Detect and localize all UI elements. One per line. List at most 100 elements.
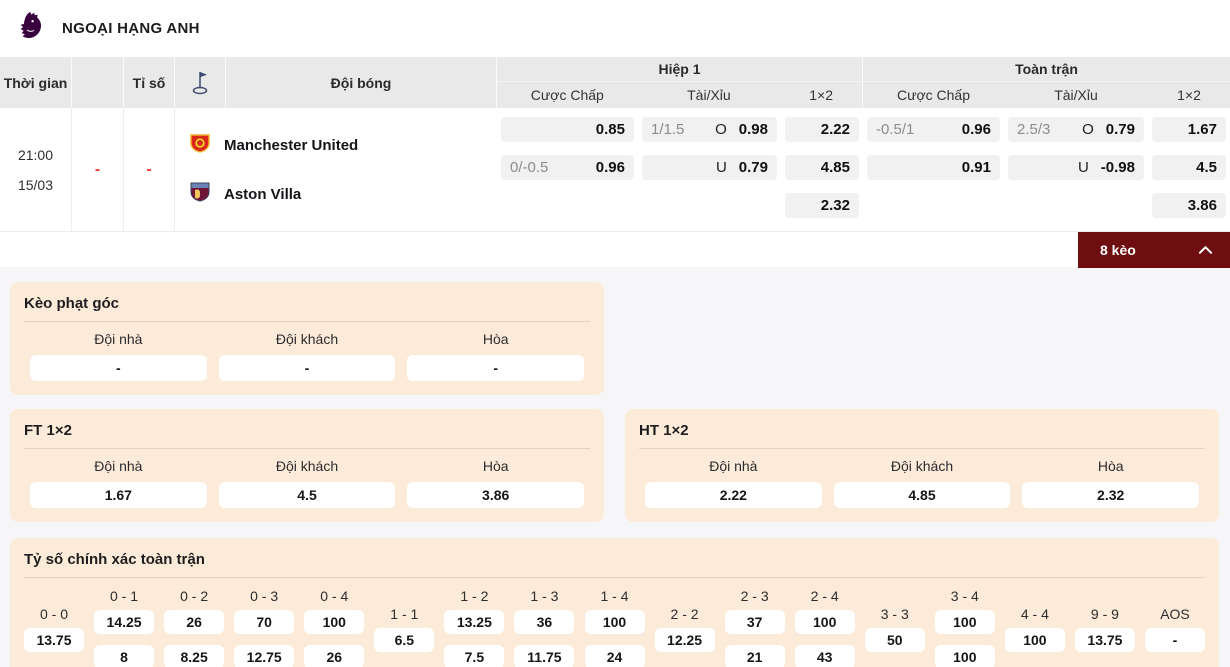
score-odds[interactable]: 36 bbox=[514, 610, 575, 634]
score-column: 0 - 1 14.25 8 bbox=[94, 588, 155, 667]
score-odds[interactable]: 100 bbox=[934, 610, 995, 634]
score-label: 0 - 1 bbox=[110, 588, 139, 604]
corners-draw-odds[interactable]: - bbox=[407, 355, 585, 381]
score-label: 2 - 4 bbox=[810, 588, 839, 604]
ft-1x2-draw[interactable]: 3.86 bbox=[1152, 193, 1226, 218]
ft-1x2-home-col: Đội nhà 1.67 bbox=[24, 458, 213, 508]
score-odds[interactable]: 12.75 bbox=[234, 645, 295, 667]
col-header-team: Đội bóng bbox=[226, 57, 497, 108]
corners-away-odds[interactable]: - bbox=[218, 355, 396, 381]
h1-over[interactable]: 1/1.5 O 0.98 bbox=[642, 117, 777, 142]
score-odds[interactable]: 6.5 bbox=[374, 627, 435, 652]
score-odds[interactable]: 8.25 bbox=[164, 645, 225, 667]
score-odds[interactable]: 11.75 bbox=[514, 645, 575, 667]
score-odds[interactable]: 100 bbox=[1004, 627, 1065, 652]
col-header-score: Tỉ số bbox=[124, 57, 175, 108]
score-odds[interactable]: 8 bbox=[94, 645, 155, 667]
score-column: 3 - 3 50 bbox=[864, 606, 925, 652]
ft-1x2-draw-odds[interactable]: 3.86 bbox=[407, 482, 585, 508]
match-row: 21:00 15/03 - - Manchester United Aston … bbox=[0, 108, 1230, 231]
h1-handicap-away[interactable]: 0/-0.5 0.96 bbox=[501, 155, 634, 180]
league-title: NGOẠI HẠNG ANH bbox=[62, 20, 200, 37]
group-header-half1: Hiệp 1 Cược Chấp Tài/Xỉu 1×2 bbox=[497, 57, 863, 108]
ht-1x2-away-odds[interactable]: 4.85 bbox=[833, 482, 1011, 508]
score-odds[interactable]: 7.5 bbox=[444, 645, 505, 667]
score-odds[interactable]: 70 bbox=[234, 610, 295, 634]
ht-1x2-away-col: Đội khách 4.85 bbox=[828, 458, 1017, 508]
teams-cell: Manchester United Aston Villa bbox=[175, 108, 497, 231]
ft-1x2-away-odds[interactable]: 4.5 bbox=[218, 482, 396, 508]
score-odds[interactable]: 43 bbox=[794, 645, 855, 667]
score-odds[interactable]: 21 bbox=[724, 645, 785, 667]
more-bets-button[interactable]: 8 kèo bbox=[1078, 232, 1230, 268]
score-label: 2 - 2 bbox=[670, 605, 699, 622]
h1-over-side: O bbox=[715, 121, 727, 138]
ht-1x2-home-odds[interactable]: 2.22 bbox=[645, 482, 822, 508]
h1-under[interactable]: U 0.79 bbox=[642, 155, 777, 180]
ft-over-line: 2.5/3 bbox=[1017, 121, 1051, 138]
score-label: 0 - 2 bbox=[180, 588, 209, 604]
h1-under-side: U bbox=[715, 159, 727, 176]
score-column: 1 - 2 13.25 7.5 bbox=[444, 588, 505, 667]
score-odds[interactable]: 14.25 bbox=[94, 610, 155, 634]
score-odds[interactable]: 100 bbox=[584, 610, 645, 634]
score-odds[interactable]: 26 bbox=[304, 645, 365, 667]
corner-flag-icon bbox=[175, 57, 226, 108]
ft-over-side: O bbox=[1082, 121, 1094, 138]
h1-over-line: 1/1.5 bbox=[651, 121, 685, 138]
ft-1x2-home[interactable]: 1.67 bbox=[1152, 117, 1226, 142]
score-odds[interactable]: - bbox=[1145, 627, 1205, 652]
correct-score-grid: 0 - 0 13.75 0 - 1 14.25 8 0 - 2 26 8.25 0 - 3 70 1… bbox=[24, 588, 1205, 667]
score-odds[interactable]: 50 bbox=[864, 627, 925, 652]
score-odds[interactable]: 37 bbox=[724, 610, 785, 634]
ft-overunder-header: Tài/Xỉu bbox=[1054, 87, 1098, 103]
away-team-name: Aston Villa bbox=[224, 185, 302, 203]
aston-villa-crest-icon bbox=[188, 180, 212, 209]
score-odds[interactable]: 12.25 bbox=[654, 627, 715, 652]
home-team-name: Manchester United bbox=[224, 136, 359, 154]
h1-hdp-home-odds: 0.85 bbox=[595, 121, 625, 138]
away-team-row[interactable]: Aston Villa bbox=[188, 180, 497, 209]
h1-under-odds: 0.79 bbox=[738, 159, 768, 176]
h1-1x2-draw[interactable]: 2.32 bbox=[785, 193, 859, 218]
score-label: 1 - 1 bbox=[390, 605, 419, 622]
score-column: AOS - bbox=[1145, 606, 1205, 652]
ft-1x2-home-odds[interactable]: 1.67 bbox=[30, 482, 207, 508]
group-header-fulltime: Toàn trận Cược Chấp Tài/Xỉu 1×2 bbox=[863, 57, 1230, 108]
fulltime-odds-group: -0.5/1 0.96 0.91 2.5/3 O 0.79 U -0.98 1.… bbox=[863, 108, 1230, 231]
ft-handicap-away[interactable]: 0.91 bbox=[867, 155, 1000, 180]
score-odds[interactable]: 13.75 bbox=[24, 627, 84, 652]
ft-1x2-section: FT 1×2 Đội nhà 1.67 Đội khách 4.5 Hòa 3.… bbox=[10, 409, 604, 522]
manchester-united-crest-icon bbox=[188, 131, 212, 160]
ht-1x2-section: HT 1×2 Đội nhà 2.22 Đội khách 4.85 Hòa 2… bbox=[625, 409, 1219, 522]
home-team-row[interactable]: Manchester United bbox=[188, 131, 497, 160]
col-header-time: Thời gian bbox=[0, 57, 72, 108]
ht-1x2-draw-odds[interactable]: 2.32 bbox=[1022, 482, 1200, 508]
score-odds[interactable]: 26 bbox=[164, 610, 225, 634]
score-away-cell: - bbox=[124, 108, 175, 231]
score-odds[interactable]: 13.25 bbox=[444, 610, 505, 634]
score-label: 0 - 3 bbox=[250, 588, 279, 604]
h1-handicap-home[interactable]: 0.85 bbox=[501, 117, 634, 142]
ft-1x2-header: 1×2 bbox=[1177, 87, 1201, 103]
score-column: 2 - 3 37 21 bbox=[724, 588, 785, 667]
score-odds[interactable]: 100 bbox=[794, 610, 855, 634]
ft-over[interactable]: 2.5/3 O 0.79 bbox=[1008, 117, 1144, 142]
score-column: 2 - 4 100 43 bbox=[794, 588, 855, 667]
ft-under[interactable]: U -0.98 bbox=[1008, 155, 1144, 180]
ht-1x2-draw-label: Hòa bbox=[1097, 458, 1124, 474]
score-odds[interactable]: 100 bbox=[304, 610, 365, 634]
ft-handicap-home[interactable]: -0.5/1 0.96 bbox=[867, 117, 1000, 142]
league-header: NGOẠI HẠNG ANH bbox=[0, 0, 1230, 57]
score-odds[interactable]: 24 bbox=[584, 645, 645, 667]
corners-home-odds[interactable]: - bbox=[30, 355, 207, 381]
score-home: - bbox=[94, 160, 101, 178]
corners-section: Kèo phạt góc Đội nhà - Đội khách - Hòa - bbox=[10, 282, 604, 395]
h1-1x2-home[interactable]: 2.22 bbox=[785, 117, 859, 142]
score-odds[interactable]: 100 bbox=[934, 645, 995, 667]
h1-1x2-away[interactable]: 4.85 bbox=[785, 155, 859, 180]
chevron-up-icon bbox=[1198, 242, 1213, 258]
ft-1x2-away[interactable]: 4.5 bbox=[1152, 155, 1226, 180]
score-odds[interactable]: 13.75 bbox=[1074, 627, 1135, 652]
score-column: 1 - 3 36 11.75 bbox=[514, 588, 575, 667]
